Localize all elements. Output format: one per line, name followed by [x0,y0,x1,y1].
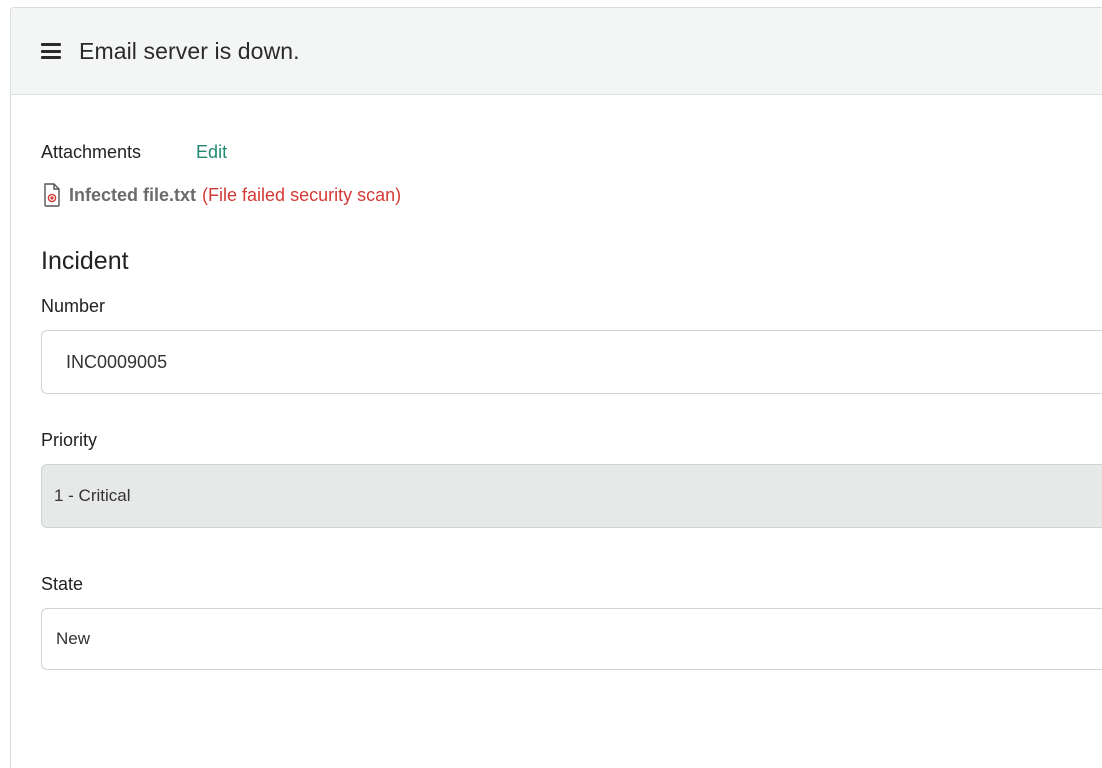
section-title: Incident [41,247,129,275]
infected-file-icon [44,183,60,207]
attachments-row: Attachments Edit [41,139,1102,165]
incident-panel: Email server is down. Attachments Edit I… [10,7,1102,768]
panel-header: Email server is down. [11,8,1102,95]
hamburger-menu-icon[interactable] [41,43,61,59]
attachment-item: Infected file.txt (File failed security … [41,181,1102,209]
attachment-scan-error: (File failed security scan) [202,184,402,205]
number-field[interactable]: INC0009005 [41,330,1102,394]
number-label: Number [41,296,106,316]
state-label: State [41,574,84,594]
state-field[interactable]: New [41,608,1102,670]
priority-field: 1 - Critical [41,464,1102,528]
panel-body: Attachments Edit Infected file.txt (File… [11,139,1102,670]
priority-label: Priority [41,430,98,450]
attachments-label: Attachments [41,141,142,162]
edit-attachments-link[interactable]: Edit [196,142,227,163]
panel-title: Email server is down. [79,37,300,64]
attachment-file-name[interactable]: Infected file.txt [69,185,196,206]
